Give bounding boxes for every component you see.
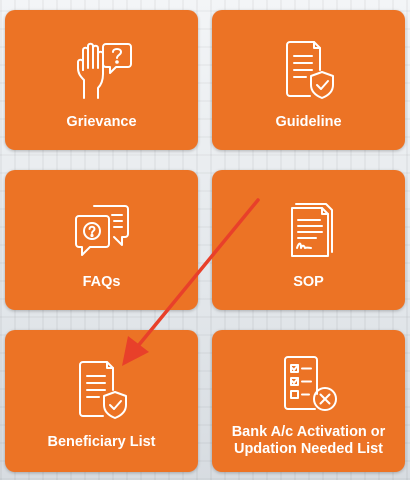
sop-tile[interactable]: SOP — [212, 170, 405, 310]
grievance-label: Grievance — [66, 114, 137, 130]
beneficiary-list-tile[interactable]: Beneficiary List — [5, 330, 198, 472]
faq-chat-bubbles-icon — [72, 200, 132, 260]
faqs-tile[interactable]: FAQs — [5, 170, 198, 310]
sop-documents-icon — [282, 200, 336, 260]
faqs-label: FAQs — [82, 274, 121, 290]
sop-label: SOP — [293, 274, 324, 290]
bank-activation-list-label: Bank A/c Activation or Updation Needed L… — [231, 424, 386, 457]
grievance-tile[interactable]: Grievance — [5, 10, 198, 150]
checklist-cancel-icon — [277, 352, 341, 412]
beneficiary-list-label: Beneficiary List — [47, 434, 156, 450]
beneficiary-document-shield-icon — [75, 360, 129, 420]
guideline-document-shield-icon — [282, 40, 336, 100]
guideline-label: Guideline — [275, 114, 342, 130]
grievance-hand-chat-icon — [70, 40, 134, 100]
guideline-tile[interactable]: Guideline — [212, 10, 405, 150]
bank-activation-list-tile[interactable]: Bank A/c Activation or Updation Needed L… — [212, 330, 405, 472]
